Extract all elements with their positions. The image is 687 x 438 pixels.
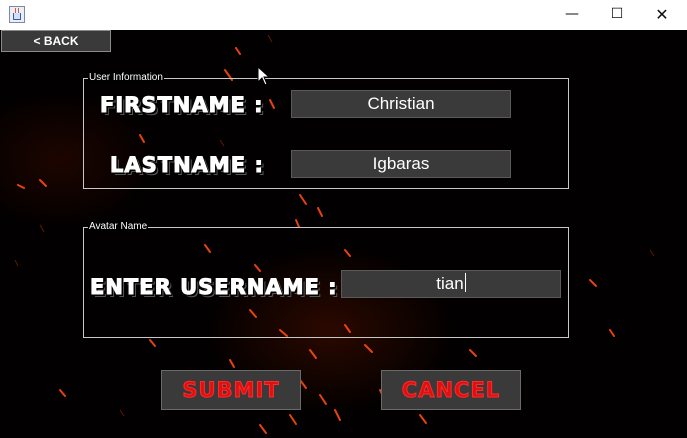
username-label: ENTER USERNAME : <box>90 275 338 300</box>
close-button[interactable]: ✕ <box>639 0 685 30</box>
java-cup-icon <box>9 6 25 23</box>
lastname-label: LASTNAME : <box>110 153 264 178</box>
minimize-button[interactable]: — <box>549 0 595 30</box>
main-panel: < BACK User Information FIRSTNAME : Chri… <box>0 30 687 438</box>
cancel-button[interactable]: CANCEL <box>381 370 521 410</box>
maximize-button[interactable]: ☐ <box>594 0 640 30</box>
firstname-field[interactable]: Christian <box>291 90 511 118</box>
username-value: tian <box>436 274 464 293</box>
text-caret <box>464 273 466 292</box>
mouse-pointer-icon <box>257 66 271 86</box>
avatar-name-legend: Avatar Name <box>88 221 149 233</box>
submit-button[interactable]: SUBMIT <box>161 370 301 410</box>
username-field[interactable]: tian <box>341 270 561 298</box>
lastname-field[interactable]: Igbaras <box>291 150 511 178</box>
title-bar: — ☐ ✕ <box>0 0 687 30</box>
firstname-label: FIRSTNAME : <box>100 93 264 118</box>
back-button[interactable]: < BACK <box>1 30 111 52</box>
user-information-legend: User Information <box>88 72 164 84</box>
